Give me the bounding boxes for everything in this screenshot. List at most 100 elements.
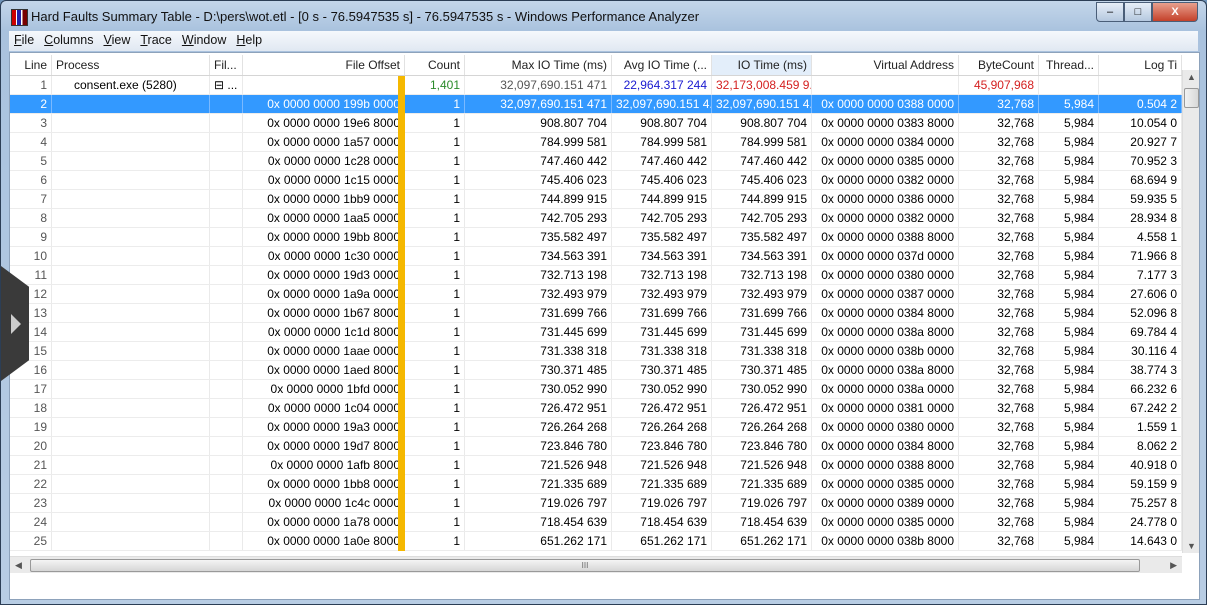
cell-count: 1 xyxy=(405,323,465,341)
pivot-divider-bar[interactable] xyxy=(398,342,405,361)
table-row[interactable]: 3 0x 0000 0000 19e6 8000 1 908.807 704 908.8… xyxy=(10,114,1182,133)
cell-max-io-time: 726.472 951 xyxy=(465,399,612,417)
horizontal-scrollbar[interactable]: ◀ III ▶ xyxy=(10,556,1182,573)
cell-max-io-time: 734.563 391 xyxy=(465,247,612,265)
table-row[interactable]: 8 0x 0000 0000 1aa5 0000 1 742.705 293 742.7… xyxy=(10,209,1182,228)
table-row[interactable]: 1 consent.exe (5280) ⊟ ... 1,401 32,097,690.… xyxy=(10,76,1182,95)
table-row[interactable]: 7 0x 0000 0000 1bb9 0000 1 744.899 915 744.8… xyxy=(10,190,1182,209)
pivot-divider-bar[interactable] xyxy=(398,209,405,228)
table-row[interactable]: 15 0x 0000 0000 1aae 0000 1 731.338 318 731.… xyxy=(10,342,1182,361)
table-row[interactable]: 14 0x 0000 0000 1c1d 8000 1 731.445 699 731.… xyxy=(10,323,1182,342)
cell-bytecount: 32,768 xyxy=(959,209,1039,227)
cell-avg-io-time: 731.699 766 xyxy=(612,304,712,322)
pivot-divider-bar[interactable] xyxy=(398,494,405,513)
pivot-divider-bar[interactable] xyxy=(398,171,405,190)
pivot-divider-bar[interactable] xyxy=(398,247,405,266)
scroll-down-icon[interactable]: ▼ xyxy=(1187,541,1196,551)
table-row[interactable]: 10 0x 0000 0000 1c30 0000 1 734.563 391 734.… xyxy=(10,247,1182,266)
column-header-file-offset[interactable]: File Offset xyxy=(243,55,405,75)
cell-count: 1 xyxy=(405,95,465,113)
table-row[interactable]: 12 0x 0000 0000 1a9a 0000 1 732.493 979 732.… xyxy=(10,285,1182,304)
pivot-divider-bar[interactable] xyxy=(398,513,405,532)
pivot-divider-bar[interactable] xyxy=(398,399,405,418)
minimize-button[interactable]: – xyxy=(1096,2,1124,22)
table-row[interactable]: 25 0x 0000 0000 1a0e 8000 1 651.262 171 651.… xyxy=(10,532,1182,551)
cell-line: 8 xyxy=(14,209,52,227)
pivot-divider-bar[interactable] xyxy=(398,266,405,285)
column-header-process[interactable]: Process xyxy=(52,55,210,75)
menu-window[interactable]: Window xyxy=(177,31,231,51)
table-row[interactable]: 18 0x 0000 0000 1c04 0000 1 726.472 951 726.… xyxy=(10,399,1182,418)
cell-count: 1 xyxy=(405,209,465,227)
menu-columns[interactable]: Columns xyxy=(39,31,98,51)
column-header-avg-io-time[interactable]: Avg IO Time (... xyxy=(612,55,712,75)
table-row[interactable]: 17 0x 0000 0000 1bfd 0000 1 730.052 990 730.… xyxy=(10,380,1182,399)
pivot-divider-bar[interactable] xyxy=(398,76,405,95)
pivot-divider-bar[interactable] xyxy=(398,95,405,114)
table-row[interactable]: 19 0x 0000 0000 19a3 0000 1 726.264 268 726.… xyxy=(10,418,1182,437)
pivot-divider-bar[interactable] xyxy=(398,152,405,171)
empty-cell xyxy=(210,266,243,284)
column-header-count[interactable]: Count xyxy=(405,55,465,75)
table-row[interactable]: 2 0x 0000 0000 199b 0000 1 32,097,690.151 4… xyxy=(10,95,1182,114)
table-row[interactable]: 20 0x 0000 0000 19d7 8000 1 723.846 780 723.… xyxy=(10,437,1182,456)
cell-max-io-time: 651.262 171 xyxy=(465,532,612,550)
column-header-thread[interactable]: Thread... xyxy=(1039,55,1099,75)
menu-trace[interactable]: Trace xyxy=(135,31,177,51)
pivot-divider-bar[interactable] xyxy=(398,190,405,209)
empty-cell xyxy=(210,228,243,246)
maximize-button[interactable]: □ xyxy=(1124,2,1152,22)
pivot-divider-bar[interactable] xyxy=(398,114,405,133)
horizontal-scroll-thumb[interactable]: III xyxy=(30,559,1140,572)
menu-help[interactable]: Help xyxy=(231,31,267,51)
table-row[interactable]: 4 0x 0000 0000 1a57 0000 1 784.999 581 784.9… xyxy=(10,133,1182,152)
table-row[interactable]: 21 0x 0000 0000 1afb 8000 1 721.526 948 721.… xyxy=(10,456,1182,475)
table-row[interactable]: 6 0x 0000 0000 1c15 0000 1 745.406 023 745.4… xyxy=(10,171,1182,190)
cell-virtual-address: 0x 0000 0000 0384 8000 xyxy=(812,304,959,322)
menu-view[interactable]: View xyxy=(98,31,135,51)
pivot-divider-bar[interactable] xyxy=(398,475,405,494)
cell-line: 10 xyxy=(14,247,52,265)
column-header-io-time-ms[interactable]: IO Time (ms) xyxy=(712,55,812,75)
scroll-up-icon[interactable]: ▲ xyxy=(1187,72,1196,82)
pivot-divider-bar[interactable] xyxy=(398,228,405,247)
cell-line: 5 xyxy=(14,152,52,170)
cell-file-offset: 0x 0000 0000 19bb 8000 xyxy=(243,228,405,246)
pivot-divider-bar[interactable] xyxy=(398,323,405,342)
cell-avg-io-time: 734.563 391 xyxy=(612,247,712,265)
cell-line: 7 xyxy=(14,190,52,208)
column-header-bytecount[interactable]: ByteCount xyxy=(959,55,1039,75)
pivot-divider-bar[interactable] xyxy=(398,532,405,551)
vertical-scrollbar[interactable]: ▲ ▼ xyxy=(1182,70,1199,553)
pivot-divider-bar[interactable] xyxy=(398,285,405,304)
scroll-left-icon[interactable]: ◀ xyxy=(15,560,22,571)
pivot-divider-bar[interactable] xyxy=(398,418,405,437)
empty-cell xyxy=(52,247,210,265)
close-button[interactable]: X xyxy=(1152,2,1198,22)
empty-cell xyxy=(1099,76,1182,94)
table-row[interactable]: 22 0x 0000 0000 1bb8 0000 1 721.335 689 721.… xyxy=(10,475,1182,494)
column-header-fil[interactable]: Fil... xyxy=(210,55,243,75)
column-header-line[interactable]: Line xyxy=(14,55,52,75)
cell-max-io-time: 718.454 639 xyxy=(465,513,612,531)
column-header-virtual-address[interactable]: Virtual Address xyxy=(812,55,959,75)
table-row[interactable]: 24 0x 0000 0000 1a78 0000 1 718.454 639 718.… xyxy=(10,513,1182,532)
table-row[interactable]: 16 0x 0000 0000 1aed 8000 1 730.371 485 730.… xyxy=(10,361,1182,380)
scroll-right-icon[interactable]: ▶ xyxy=(1170,560,1177,571)
column-header-log-ti[interactable]: Log Ti xyxy=(1099,55,1182,75)
pivot-divider-bar[interactable] xyxy=(398,361,405,380)
table-row[interactable]: 11 0x 0000 0000 19d3 0000 1 732.713 198 732.… xyxy=(10,266,1182,285)
table-row[interactable]: 23 0x 0000 0000 1c4c 0000 1 719.026 797 719.… xyxy=(10,494,1182,513)
pivot-divider-bar[interactable] xyxy=(398,304,405,323)
table-row[interactable]: 5 0x 0000 0000 1c28 0000 1 747.460 442 747.4… xyxy=(10,152,1182,171)
pivot-divider-bar[interactable] xyxy=(398,133,405,152)
column-header-max-io-time-ms[interactable]: Max IO Time (ms) xyxy=(465,55,612,75)
pivot-divider-bar[interactable] xyxy=(398,456,405,475)
menu-file[interactable]: File xyxy=(9,31,39,51)
table-row[interactable]: 9 0x 0000 0000 19bb 8000 1 735.582 497 735.5… xyxy=(10,228,1182,247)
vertical-scroll-thumb[interactable] xyxy=(1184,88,1199,108)
cell-thread: 5,984 xyxy=(1039,437,1099,455)
table-row[interactable]: 13 0x 0000 0000 1b67 8000 1 731.699 766 731.… xyxy=(10,304,1182,323)
pivot-divider-bar[interactable] xyxy=(398,437,405,456)
pivot-divider-bar[interactable] xyxy=(398,380,405,399)
